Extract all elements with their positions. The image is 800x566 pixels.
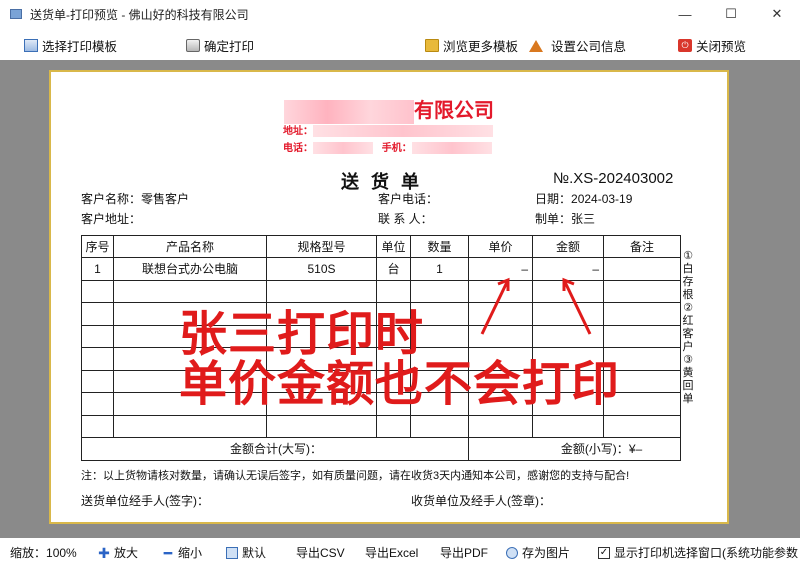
- product-unit: 台: [376, 257, 411, 281]
- receiver-signature: 收货单位及经手人(签章)：: [411, 494, 551, 508]
- total-lower-label: 金额(小写)：: [560, 442, 629, 457]
- browse-templates-button[interactable]: 浏览更多模板: [425, 36, 518, 55]
- totals-row: 金额合计(大写)： 金额(小写)：¥–: [81, 437, 681, 461]
- company-settings-button[interactable]: 设置公司信息: [529, 36, 626, 55]
- column-header: 序号: [81, 235, 114, 258]
- date-field: 日期：2024-03-19: [535, 190, 632, 207]
- home-icon: [529, 39, 543, 52]
- preview-area: 有限公司 地址： 电话： 手机： 送货单 №.XS-202403002 客户名称…: [0, 60, 800, 538]
- zoom-out-label: 缩小: [178, 546, 203, 560]
- confirm-print-button[interactable]: 确定打印: [186, 36, 254, 55]
- close-icon: ⏻: [678, 39, 692, 52]
- row-index: 1: [81, 257, 114, 281]
- total-lower-cell: 金额(小写)：¥–: [468, 437, 681, 461]
- maximize-button[interactable]: ☐: [708, 0, 754, 28]
- save-image-button[interactable]: 存为图片: [506, 544, 570, 561]
- contact-label: 联 系 人：: [378, 212, 433, 226]
- minus-icon: ━: [163, 544, 173, 561]
- template-icon: [24, 39, 38, 52]
- product-quantity: 1: [410, 257, 469, 281]
- document-number: №.XS-202403002: [553, 170, 674, 187]
- annotation-line-2: 单价金额也不会打印: [179, 356, 621, 412]
- customer-name-value: 零售客户: [141, 192, 190, 206]
- column-header: 金额: [532, 235, 604, 258]
- product-name: 联想台式办公电脑: [113, 257, 267, 281]
- image-icon: [506, 546, 518, 559]
- remark: [603, 257, 681, 281]
- customer-phone-label: 客户电话：: [378, 192, 439, 206]
- zoom-in-label: 放大: [114, 546, 139, 560]
- window-title: 送货单-打印预览 - 佛山好的科技有限公司: [30, 7, 249, 22]
- column-header: 备注: [603, 235, 681, 258]
- phone-label: 电话：: [283, 143, 313, 154]
- browse-templates-label: 浏览更多模板: [443, 40, 519, 54]
- default-zoom-button[interactable]: 默认: [226, 544, 266, 561]
- column-header: 产品名称: [113, 235, 267, 258]
- zoom-out-button[interactable]: ━ 缩小: [162, 544, 202, 561]
- maker-label: 制单：: [535, 212, 572, 226]
- top-toolbar: 选择打印模板 确定打印 浏览更多模板 设置公司信息 ⏻ 关闭预览: [0, 28, 800, 60]
- column-header: 单位: [376, 235, 411, 258]
- minimize-button[interactable]: —: [662, 0, 708, 28]
- mobile-label: 手机：: [381, 143, 412, 154]
- close-preview-label: 关闭预览: [696, 40, 747, 54]
- customer-name-label: 客户名称：: [81, 192, 142, 206]
- bottom-toolbar: 缩放： 100% ✚ 放大 ━ 缩小 默认 导出CSV 导出Excel 导出PDF…: [0, 538, 800, 566]
- plus-icon: ✚: [98, 544, 110, 561]
- zoom-label: 缩放：: [10, 546, 47, 560]
- close-window-button[interactable]: ✕: [754, 0, 800, 28]
- annotation-arrow-price: [480, 277, 510, 335]
- copies-note: ①白存根 ②红客户 ③黄回单: [682, 250, 694, 405]
- window-controls: — ☐ ✕: [662, 0, 800, 28]
- company-name: 有限公司: [51, 94, 727, 124]
- phone-line: 电话： 手机：: [283, 139, 492, 155]
- zoom-display: 缩放： 100%: [10, 544, 77, 561]
- zoom-value: 100%: [46, 545, 77, 560]
- total-lower-value: ¥–: [628, 442, 643, 457]
- maker-value: 张三: [571, 212, 596, 226]
- show-printer-dialog-label: 显示打印机选择窗口(系统功能参数: [614, 546, 798, 560]
- redacted-phone: [313, 142, 373, 155]
- default-zoom-label: 默认: [242, 546, 267, 560]
- folder-icon: [425, 39, 439, 52]
- total-upper-label: 金额合计(大写)：: [81, 437, 469, 461]
- app-icon: [10, 9, 22, 19]
- customer-address-label: 客户地址：: [81, 212, 142, 226]
- select-template-button[interactable]: 选择打印模板: [24, 36, 117, 55]
- product-spec: 510S: [266, 257, 377, 281]
- address-label: 地址：: [283, 126, 313, 137]
- export-pdf-button[interactable]: 导出PDF: [440, 544, 488, 561]
- delivery-note-page: 有限公司 地址： 电话： 手机： 送货单 №.XS-202403002 客户名称…: [49, 70, 729, 524]
- close-preview-button[interactable]: ⏻ 关闭预览: [678, 36, 746, 55]
- export-excel-button[interactable]: 导出Excel: [365, 544, 418, 561]
- company-name-suffix: 有限公司: [414, 100, 494, 122]
- confirm-print-label: 确定打印: [204, 40, 255, 54]
- monitor-icon: [226, 546, 238, 559]
- sender-signature: 送货单位经手人(签字)：: [81, 494, 209, 508]
- export-csv-button[interactable]: 导出CSV: [296, 544, 345, 561]
- column-header: 规格型号: [266, 235, 377, 258]
- show-printer-dialog-checkbox[interactable]: ✓ 显示打印机选择窗口(系统功能参数: [598, 544, 798, 561]
- maker-field: 制单：张三: [535, 210, 595, 227]
- document-note: 注：以上货物请核对数量，请确认无误后签字，如有质量问题，请在收货3天内通知本公司…: [81, 470, 630, 482]
- company-settings-label: 设置公司信息: [551, 40, 627, 54]
- checkbox-checked-icon: ✓: [598, 546, 610, 559]
- date-label: 日期：: [535, 192, 572, 206]
- printer-icon: [186, 39, 200, 52]
- annotation-arrow-amount: [562, 277, 592, 335]
- table-header-row: 序号 产品名称 规格型号 单位 数量 单价 金额 备注: [81, 235, 681, 258]
- table-row: [81, 414, 681, 438]
- customer-name-field: 客户名称：零售客户: [81, 190, 189, 207]
- zoom-in-button[interactable]: ✚ 放大: [98, 544, 138, 561]
- redacted-address: [313, 125, 493, 138]
- date-value: 2024-03-19: [571, 192, 633, 206]
- select-template-label: 选择打印模板: [42, 40, 118, 54]
- save-image-label: 存为图片: [522, 546, 571, 560]
- address-line: 地址：: [283, 122, 493, 138]
- column-header: 单价: [468, 235, 533, 258]
- redacted-mobile: [411, 142, 492, 155]
- redacted-company-name: [284, 99, 414, 124]
- title-bar: 送货单-打印预览 - 佛山好的科技有限公司 — ☐ ✕: [0, 0, 800, 28]
- column-header: 数量: [410, 235, 469, 258]
